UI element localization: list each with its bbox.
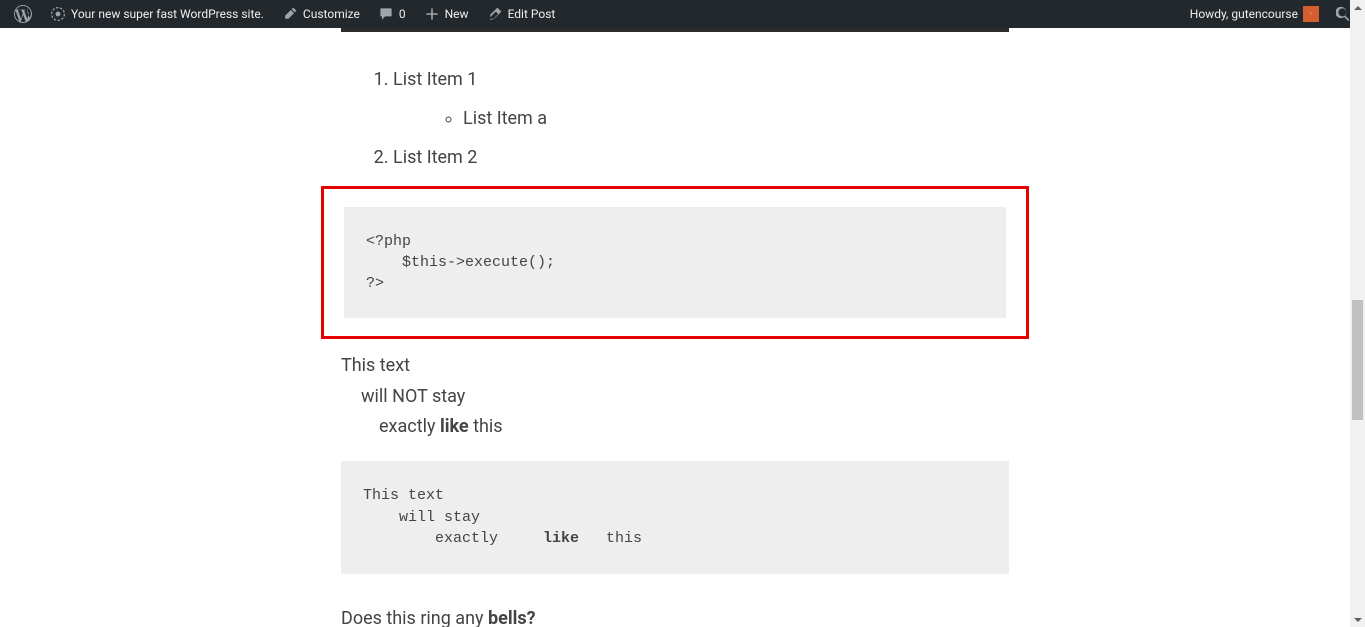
paragraph-bells: Does this ring any bells? (341, 608, 1009, 627)
customize-label: Customize (303, 7, 360, 21)
paragraph-line: will NOT stay (341, 382, 1009, 413)
pencil-icon (487, 6, 503, 22)
scroll-up-arrow-icon[interactable] (1350, 0, 1365, 15)
scroll-down-arrow-icon[interactable] (1350, 612, 1365, 627)
vertical-scrollbar[interactable] (1350, 0, 1365, 627)
new-label: New (445, 7, 469, 21)
paragraph-line: This text (341, 351, 1009, 382)
site-name-label: Your new super fast WordPress site. (71, 7, 264, 21)
edit-post-label: Edit Post (508, 7, 556, 21)
admin-bar-left: Your new super fast WordPress site. Cust… (5, 0, 564, 28)
page-content: List Item 1 List Item a List Item 2 <?ph… (0, 28, 1350, 627)
paragraph-line: exactly like this (341, 412, 1009, 443)
highlighted-code-region: <?php $this->execute(); ?> (321, 186, 1029, 339)
preformatted-block: This text will stay exactly like this (341, 461, 1009, 574)
post-body: List Item 1 List Item a List Item 2 <?ph… (341, 28, 1009, 627)
account-item[interactable]: Howdy, gutencourse ᵕ (1181, 0, 1328, 28)
ordered-list-block: List Item 1 List Item a List Item 2 (341, 66, 1009, 171)
scrollbar-thumb[interactable] (1352, 300, 1363, 420)
comments-count: 0 (399, 7, 406, 21)
code-block: <?php $this->execute(); ?> (344, 207, 1006, 318)
new-item[interactable]: New (415, 0, 478, 28)
plus-icon (424, 6, 440, 22)
dashboard-icon (50, 6, 66, 22)
wp-logo-item[interactable] (5, 0, 41, 28)
list-item: List Item 1 List Item a (393, 66, 1009, 132)
list-item: List Item a (463, 105, 1009, 132)
separator-image-strip (341, 28, 1009, 32)
comments-item[interactable]: 0 (369, 0, 415, 28)
avatar: ᵕ (1303, 6, 1319, 22)
paragraph-block: This text will NOT stay exactly like thi… (341, 351, 1009, 443)
comment-icon (378, 6, 394, 22)
wp-admin-bar: Your new super fast WordPress site. Cust… (0, 0, 1365, 28)
wordpress-logo-icon (14, 5, 32, 23)
site-name-item[interactable]: Your new super fast WordPress site. (41, 0, 273, 28)
customize-item[interactable]: Customize (273, 0, 369, 28)
howdy-text: Howdy, gutencourse (1190, 7, 1298, 21)
edit-post-item[interactable]: Edit Post (478, 0, 565, 28)
admin-bar-right: Howdy, gutencourse ᵕ (1181, 0, 1360, 28)
brush-icon (282, 6, 298, 22)
list-item: List Item 2 (393, 144, 1009, 171)
